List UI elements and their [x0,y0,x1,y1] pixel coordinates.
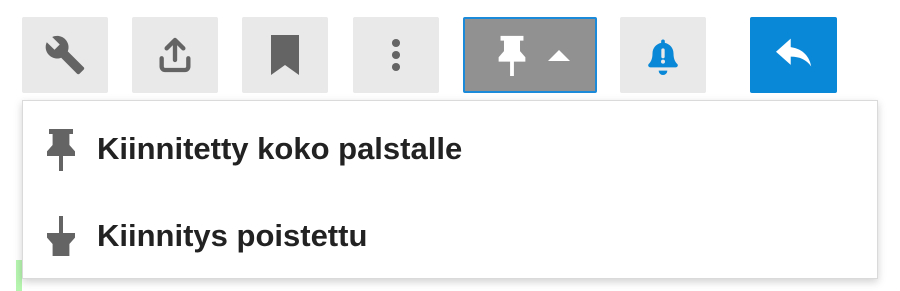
menu-item-pinned-globally[interactable]: Kiinnitetty koko palstalle [23,109,877,189]
menu-item-unpinned[interactable]: Kiinnitys poistettu [23,196,877,276]
notifications-button[interactable] [620,17,706,93]
pin-icon [43,127,79,171]
pin-icon [498,35,526,76]
bookmark-icon [271,35,299,75]
bookmark-button[interactable] [242,17,328,93]
pin-options-menu: Kiinnitetty koko palstalle Kiinnitys poi… [22,100,878,279]
reply-button[interactable] [750,17,837,93]
caret-up-icon [548,50,570,61]
unpin-icon [43,214,79,258]
bell-icon [648,39,678,75]
wrench-icon [45,35,85,75]
share-button[interactable] [132,17,218,93]
more-vertical-icon [391,38,401,72]
menu-item-label: Kiinnitys poistettu [97,218,368,253]
share-icon [159,37,191,73]
menu-item-label: Kiinnitetty koko palstalle [97,131,463,166]
wrench-button[interactable] [22,17,108,93]
reply-icon [775,38,811,67]
more-options-button[interactable] [353,17,439,93]
pin-dropdown-button[interactable] [463,17,597,93]
